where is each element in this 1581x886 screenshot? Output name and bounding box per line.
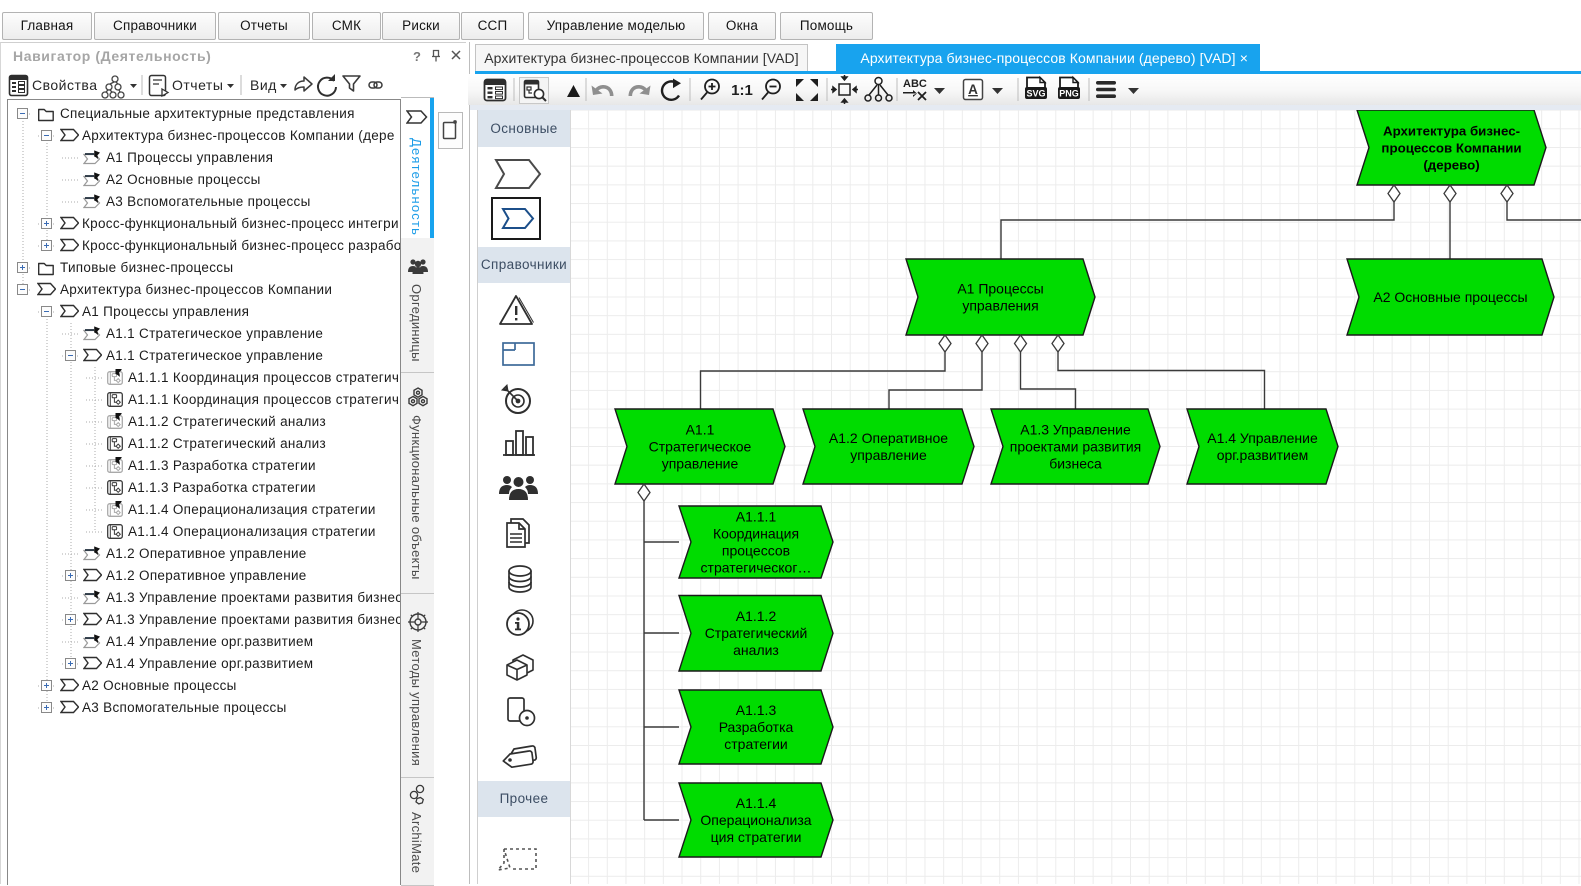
- svg-text:бизнеса: бизнеса: [1049, 456, 1102, 472]
- svg-text:А1.1.1: А1.1.1: [736, 509, 777, 525]
- svg-text:А1.4 Управление: А1.4 Управление: [1207, 430, 1318, 446]
- svg-text:Стратегический: Стратегический: [705, 625, 808, 641]
- svg-text:стратегическог…: стратегическог…: [701, 560, 812, 576]
- svg-text:проектами развития: проектами развития: [1010, 439, 1142, 455]
- svg-text:Разработка: Разработка: [719, 719, 794, 735]
- svg-text:Архитектура бизнес-: Архитектура бизнес-: [1383, 124, 1520, 139]
- svg-text:ция стратегии: ция стратегии: [711, 829, 802, 845]
- svg-text:(дерево): (дерево): [1423, 158, 1479, 173]
- svg-text:А1.2 Оперативное: А1.2 Оперативное: [829, 430, 948, 446]
- svg-text:А1.1: А1.1: [686, 422, 715, 438]
- svg-text:PNG: PNG: [1059, 89, 1079, 99]
- svg-text:процессов Компании: процессов Компании: [1381, 141, 1521, 156]
- svg-text:Отчеты: Отчеты: [172, 77, 223, 93]
- svg-text:1:1: 1:1: [731, 82, 753, 99]
- svg-text:A: A: [968, 82, 978, 97]
- svg-text:ABC: ABC: [903, 78, 927, 90]
- svg-text:А1.3 Управление: А1.3 Управление: [1020, 422, 1131, 438]
- svg-text:управления: управления: [962, 298, 1038, 314]
- svg-text:А1.1.2: А1.1.2: [736, 608, 777, 624]
- svg-text:орг.развитием: орг.развитием: [1217, 447, 1309, 463]
- svg-text:процессов: процессов: [722, 543, 790, 559]
- svg-text:стратегии: стратегии: [724, 736, 787, 752]
- svg-text:управление: управление: [850, 447, 927, 463]
- svg-text:А1.1.4: А1.1.4: [736, 795, 777, 811]
- svg-text:А1 Процессы: А1 Процессы: [957, 281, 1043, 297]
- svg-text:Стратегическое: Стратегическое: [649, 439, 752, 455]
- svg-text:Координация: Координация: [713, 526, 799, 542]
- svg-text:?: ?: [413, 49, 421, 64]
- svg-text:управление: управление: [662, 456, 739, 472]
- svg-text:А2 Основные процессы: А2 Основные процессы: [1373, 289, 1527, 305]
- svg-text:SVG: SVG: [1026, 89, 1045, 99]
- svg-text:анализ: анализ: [733, 642, 779, 658]
- svg-text:А1.1.3: А1.1.3: [736, 702, 777, 718]
- svg-text:Операционализа: Операционализа: [700, 812, 811, 828]
- svg-text:Вид: Вид: [250, 77, 277, 93]
- svg-text:Свойства: Свойства: [32, 77, 97, 93]
